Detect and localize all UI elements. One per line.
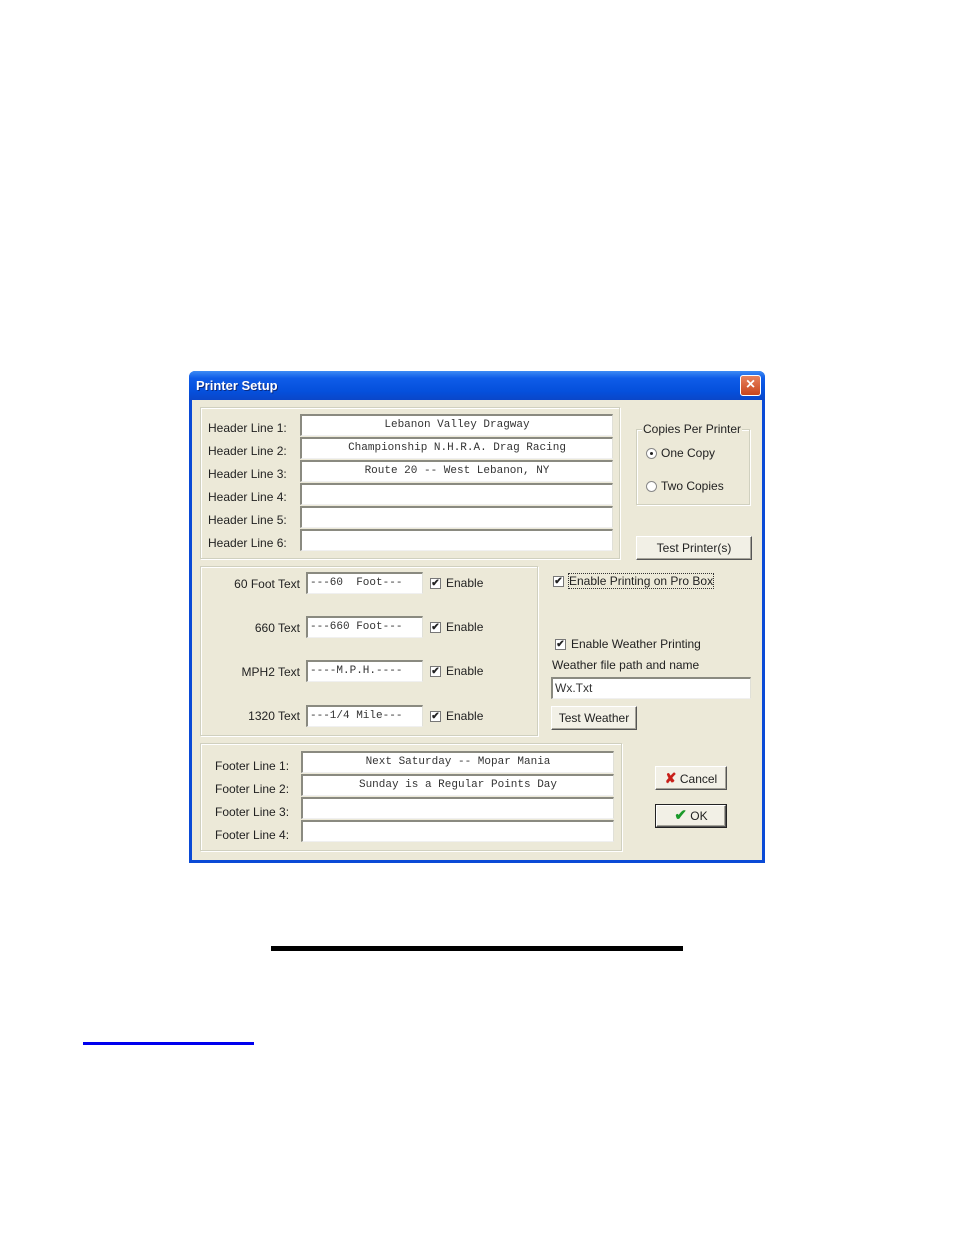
two-copies-label[interactable]: Two Copies: [661, 479, 724, 493]
mph2-text-label: MPH2 Text: [241, 665, 300, 679]
dialog-client: Header Line 1: Lebanon Valley Dragway He…: [192, 400, 762, 860]
weather-printing-checkbox[interactable]: ✔: [555, 639, 566, 650]
radio-selected-dot: [650, 452, 653, 455]
cancel-button[interactable]: ✘ Cancel: [655, 766, 727, 790]
footer-line-3-label: Footer Line 3:: [215, 805, 290, 819]
weather-path-label: Weather file path and name: [552, 658, 700, 672]
1320-text-label: 1320 Text: [248, 709, 300, 723]
check-icon: ✔: [431, 578, 440, 589]
header-line-4-input[interactable]: [300, 483, 613, 505]
weather-printing-label[interactable]: Enable Weather Printing: [571, 637, 701, 651]
weather-path-input[interactable]: Wx.Txt: [551, 677, 751, 699]
mph2-enable-label[interactable]: Enable: [446, 664, 483, 678]
footer-line-3-input[interactable]: [301, 797, 614, 819]
copies-per-printer-group: [636, 429, 750, 505]
header-line-4-label: Header Line 4:: [208, 490, 287, 504]
60-foot-enable-label[interactable]: Enable: [446, 576, 483, 590]
660-enable-checkbox[interactable]: ✔: [430, 622, 441, 633]
header-line-1-label: Header Line 1:: [208, 421, 287, 435]
header-line-1-input[interactable]: Lebanon Valley Dragway: [300, 414, 613, 436]
one-copy-label[interactable]: One Copy: [661, 446, 715, 460]
footer-line-1-input[interactable]: Next Saturday -- Mopar Mania: [301, 751, 614, 773]
horizontal-rule: [271, 946, 683, 951]
header-line-5-label: Header Line 5:: [208, 513, 287, 527]
check-icon: ✔: [431, 622, 440, 633]
header-line-6-label: Header Line 6:: [208, 536, 287, 550]
one-copy-radio[interactable]: [646, 448, 657, 459]
title-bar[interactable]: Printer Setup ×: [189, 371, 765, 400]
1320-enable-label[interactable]: Enable: [446, 709, 483, 723]
pro-box-checkbox[interactable]: ✔: [553, 576, 564, 587]
ok-label: OK: [690, 809, 708, 823]
ok-check-icon: ✔: [674, 807, 687, 824]
header-line-3-input[interactable]: Route 20 -- West Lebanon, NY: [300, 460, 613, 482]
660-text-input[interactable]: ---660 Foot---: [306, 616, 423, 638]
60-foot-enable-checkbox[interactable]: ✔: [430, 578, 441, 589]
test-printers-button[interactable]: Test Printer(s): [636, 536, 752, 560]
check-icon: ✔: [554, 576, 563, 587]
660-enable-label[interactable]: Enable: [446, 620, 483, 634]
close-button[interactable]: ×: [740, 375, 761, 396]
cancel-label: Cancel: [679, 772, 718, 786]
two-copies-radio[interactable]: [646, 481, 657, 492]
header-line-3-label: Header Line 3:: [208, 467, 287, 481]
60-foot-text-input[interactable]: ---60 Foot---: [306, 572, 423, 594]
check-icon: ✔: [431, 711, 440, 722]
hyperlink-underline[interactable]: [83, 1042, 254, 1045]
check-icon: ✔: [431, 666, 440, 677]
ok-button[interactable]: ✔ OK: [655, 804, 727, 828]
footer-line-4-label: Footer Line 4:: [215, 828, 290, 842]
660-text-label: 660 Text: [254, 621, 300, 635]
header-line-6-input[interactable]: [300, 529, 613, 551]
footer-line-1-label: Footer Line 1:: [215, 759, 290, 773]
footer-line-2-label: Footer Line 2:: [215, 782, 290, 796]
close-icon: ×: [745, 376, 756, 393]
pro-box-label[interactable]: Enable Printing on Pro Box: [567, 573, 715, 589]
header-line-5-input[interactable]: [300, 506, 613, 528]
cancel-x-icon: ✘: [664, 770, 677, 786]
footer-line-4-input[interactable]: [301, 820, 614, 842]
mph2-text-input[interactable]: ----M.P.H.----: [306, 660, 423, 682]
check-icon: ✔: [556, 639, 565, 650]
printer-setup-dialog: Printer Setup × Header Line 1: Lebanon V…: [189, 371, 765, 863]
test-weather-button[interactable]: Test Weather: [551, 706, 637, 730]
1320-enable-checkbox[interactable]: ✔: [430, 711, 441, 722]
window-title: Printer Setup: [196, 378, 278, 393]
mph2-enable-checkbox[interactable]: ✔: [430, 666, 441, 677]
footer-line-2-input[interactable]: Sunday is a Regular Points Day: [301, 774, 614, 796]
copies-per-printer-legend: Copies Per Printer: [642, 422, 743, 436]
60-foot-text-label: 60 Foot Text: [234, 577, 300, 591]
1320-text-input[interactable]: ---1/4 Mile---: [306, 705, 423, 727]
header-line-2-input[interactable]: Championship N.H.R.A. Drag Racing: [300, 437, 613, 459]
header-line-2-label: Header Line 2:: [208, 444, 287, 458]
